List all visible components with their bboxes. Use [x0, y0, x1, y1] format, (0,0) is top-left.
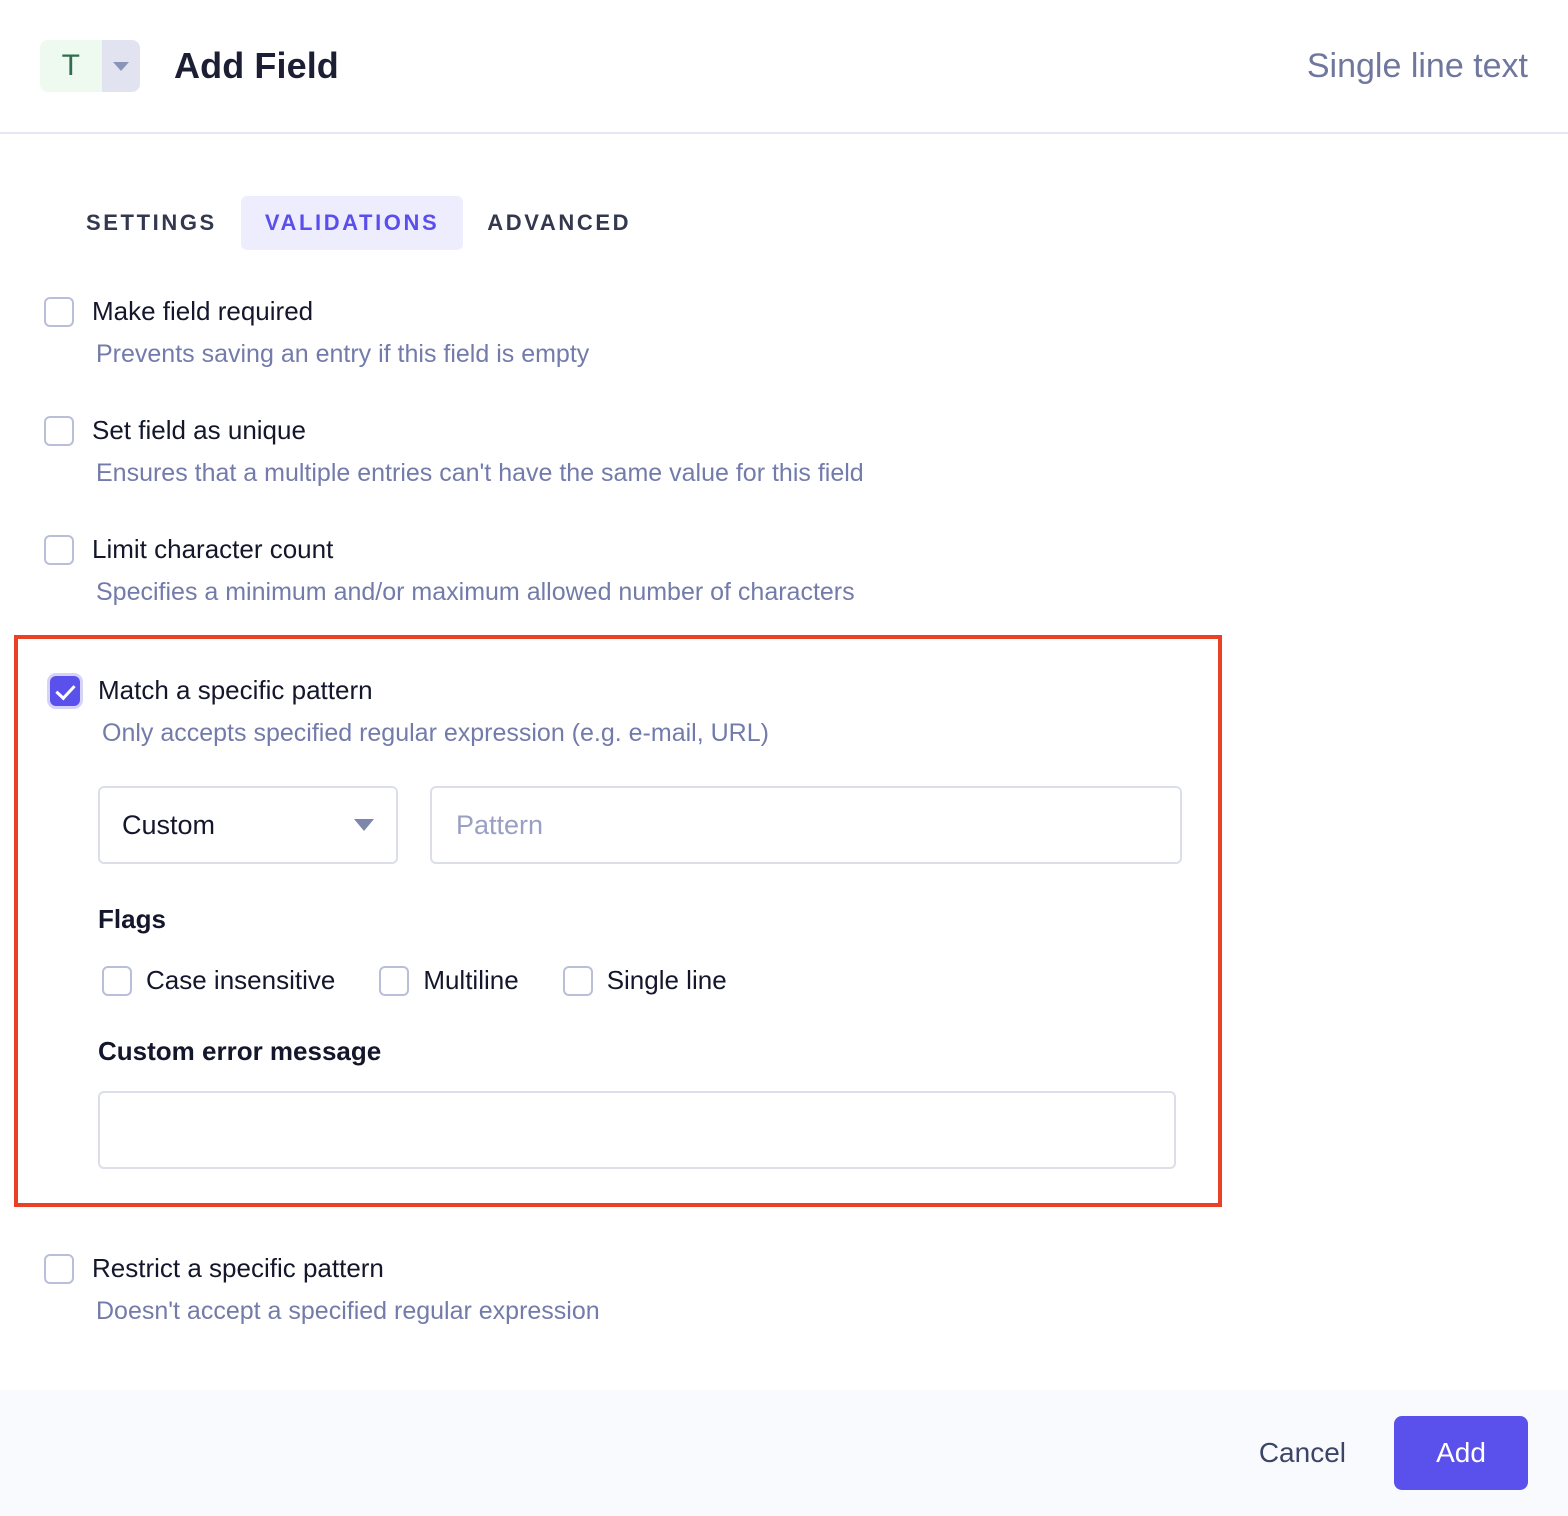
option-label: Make field required: [92, 296, 314, 326]
checkbox-case-insensitive[interactable]: [102, 965, 132, 996]
flag-label: Single line: [606, 965, 727, 995]
dialog-header: T Add Field Single line text: [0, 0, 1568, 134]
option-label: Match a specific pattern: [98, 675, 373, 705]
option-label: Set field as unique: [92, 415, 306, 445]
tab-settings[interactable]: SETTINGS: [62, 196, 241, 250]
option-description: Specifies a minimum and/or maximum allow…: [96, 578, 855, 606]
page-title: Add Field: [174, 45, 339, 86]
checkbox-multiline[interactable]: [379, 965, 410, 996]
field-type-dropdown-button[interactable]: [102, 40, 140, 92]
option-set-field-unique: Set field as unique Ensures that a multi…: [40, 415, 1528, 488]
field-type-badge[interactable]: T: [40, 40, 140, 92]
add-field-dialog: T Add Field Single line text SETTINGS VA…: [0, 0, 1568, 1516]
chevron-down-icon: [113, 61, 129, 71]
option-limit-character-count: Limit character count Specifies a minimu…: [40, 534, 1528, 607]
option-label: Limit character count: [92, 534, 334, 564]
custom-error-message-input[interactable]: [98, 1091, 1176, 1169]
tab-advanced[interactable]: ADVANCED: [463, 196, 655, 250]
checkbox-restrict-specific-pattern[interactable]: [44, 1253, 74, 1284]
option-description: Doesn't accept a specified regular expre…: [96, 1297, 600, 1325]
checkbox-set-field-unique[interactable]: [44, 415, 74, 446]
flags-row: Case insensitive Multiline Single line: [102, 965, 1218, 996]
pattern-preset-value: Custom: [122, 809, 216, 840]
option-description: Ensures that a multiple entries can't ha…: [96, 459, 864, 487]
tab-bar: SETTINGS VALIDATIONS ADVANCED: [0, 134, 1568, 250]
field-type-label: Single line text: [1306, 46, 1528, 85]
option-description: Only accepts specified regular expressio…: [102, 719, 769, 747]
highlight-annotation-box: Match a specific pattern Only accepts sp…: [14, 635, 1222, 1207]
checkbox-limit-character-count[interactable]: [44, 534, 74, 565]
option-match-specific-pattern: Match a specific pattern Only accepts sp…: [46, 675, 1218, 748]
tab-validations[interactable]: VALIDATIONS: [240, 196, 464, 250]
dialog-footer: Cancel Add: [0, 1390, 1568, 1516]
flag-case-insensitive[interactable]: Case insensitive: [102, 965, 335, 996]
cancel-button[interactable]: Cancel: [1253, 1427, 1352, 1479]
field-type-letter: T: [40, 40, 102, 92]
flag-label: Multiline: [423, 965, 519, 995]
pattern-preset-select[interactable]: Custom: [98, 786, 398, 864]
checkbox-single-line[interactable]: [562, 965, 593, 996]
flag-label: Case insensitive: [146, 965, 336, 995]
flags-heading: Flags: [98, 904, 166, 934]
pattern-controls: Custom: [98, 786, 1218, 864]
custom-error-message-heading: Custom error message: [98, 1036, 382, 1066]
validations-panel: Make field required Prevents saving an e…: [0, 296, 1568, 1326]
chevron-down-icon: [354, 819, 374, 831]
pattern-input[interactable]: [430, 786, 1182, 864]
option-make-field-required: Make field required Prevents saving an e…: [40, 296, 1528, 369]
option-description: Prevents saving an entry if this field i…: [96, 340, 590, 368]
option-restrict-specific-pattern: Restrict a specific pattern Doesn't acce…: [40, 1253, 1528, 1326]
flag-single-line[interactable]: Single line: [562, 965, 727, 996]
checkbox-match-specific-pattern[interactable]: [50, 675, 80, 706]
checkbox-make-field-required[interactable]: [44, 296, 74, 327]
option-label: Restrict a specific pattern: [92, 1253, 384, 1283]
flag-multiline[interactable]: Multiline: [379, 965, 519, 996]
add-button[interactable]: Add: [1394, 1416, 1528, 1490]
